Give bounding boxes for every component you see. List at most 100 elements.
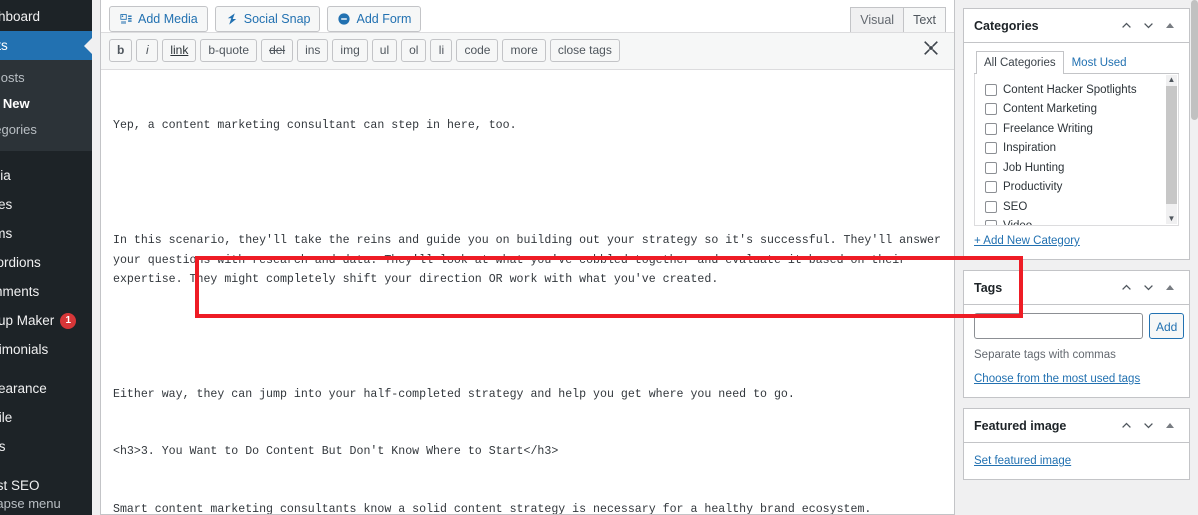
checkbox-icon[interactable] [985, 200, 997, 213]
sidebar-item-testimonials[interactable]: Testimonials [0, 335, 92, 364]
category-item[interactable]: SEO [975, 197, 1178, 217]
posts-submenu: All Posts Add New Categories [0, 60, 92, 151]
categories-panel-header: Categories [964, 9, 1189, 43]
quicktag-bquote-label: b-quote [208, 43, 250, 57]
sidebar-item-tools[interactable]: Tools [0, 432, 92, 461]
category-item[interactable]: Video [975, 217, 1178, 225]
add-form-button[interactable]: Add Form [327, 6, 422, 32]
quicktag-ul[interactable]: ul [371, 39, 398, 62]
chevron-up-icon[interactable] [1115, 415, 1137, 437]
chevron-up-icon[interactable] [1115, 15, 1137, 37]
quicktag-img[interactable]: img [332, 39, 368, 62]
tags-input[interactable] [974, 313, 1143, 339]
tab-all-categories[interactable]: All Categories [976, 51, 1064, 74]
category-item[interactable]: Content Hacker Spotlights [975, 80, 1178, 100]
categories-panel-title: Categories [974, 18, 1039, 33]
sidebar-item-popup-maker[interactable]: Popup Maker 1 [0, 306, 92, 335]
tags-add-button[interactable]: Add [1149, 313, 1185, 339]
content-paragraph: Smart content marketing consultants know… [113, 503, 872, 514]
quicktag-more[interactable]: more [502, 39, 546, 62]
quicktag-ol[interactable]: ol [401, 39, 427, 62]
post-editor: Add Media Social Snap Add Form Visual Te… [100, 0, 955, 515]
sidebar-subitem-all-posts[interactable]: All Posts [0, 65, 92, 91]
quicktag-del[interactable]: del [261, 39, 294, 62]
checkbox-icon[interactable] [985, 103, 997, 116]
sidebar-subitem-add-new[interactable]: Add New [0, 91, 92, 117]
categories-scrollbar-thumb[interactable] [1166, 86, 1177, 204]
quicktag-code[interactable]: code [456, 39, 499, 62]
quicktag-close-tags[interactable]: close tags [549, 39, 620, 62]
category-label: Productivity [1003, 181, 1063, 194]
chevron-down-icon[interactable] [1137, 15, 1159, 37]
checkbox-icon[interactable] [985, 181, 997, 194]
category-item[interactable]: Productivity [975, 178, 1178, 198]
collapse-menu-button[interactable]: Collapse menu [0, 490, 92, 515]
quicktag-b-label: b [117, 43, 125, 57]
sidebar-item-posts[interactable]: Posts [0, 31, 92, 60]
quicktag-code-label: code [464, 43, 491, 57]
social-snap-button[interactable]: Social Snap [214, 6, 321, 32]
quicktag-b[interactable]: b [109, 39, 133, 62]
checkbox-icon[interactable] [985, 161, 997, 174]
sidebar-item-label: Posts [0, 38, 8, 53]
sidebar-item-label: Media [0, 168, 11, 183]
tags-input-row: Add [974, 313, 1185, 339]
menu-separator [0, 364, 92, 374]
post-content-textarea[interactable]: Yep, a content marketing consultant can … [101, 70, 954, 514]
add-new-category-link[interactable]: + Add New Category [974, 235, 1080, 247]
chevron-down-icon[interactable] [1137, 277, 1159, 299]
content-paragraph: Either way, they can jump into your half… [113, 387, 795, 401]
sidebar-item-media[interactable]: Media [0, 161, 92, 190]
sidebar-item-label: Profile [0, 410, 13, 425]
add-media-button[interactable]: Add Media [109, 6, 208, 32]
tab-most-used[interactable]: Most Used [1064, 51, 1135, 74]
chevron-up-icon[interactable] [1115, 277, 1137, 299]
set-featured-image-link[interactable]: Set featured image [974, 455, 1071, 467]
sidebar-item-pages[interactable]: Pages [0, 190, 92, 219]
category-item[interactable]: Content Marketing [975, 100, 1178, 120]
sidebar-subitem-categories[interactable]: Categories [0, 117, 92, 143]
featured-image-panel-header: Featured image [964, 409, 1189, 443]
admin-sidebar: Dashboard Posts All Posts Add New Catego… [0, 0, 92, 515]
most-used-tags-link[interactable]: Choose from the most used tags [974, 373, 1140, 385]
page-scrollbar[interactable] [1191, 0, 1198, 515]
sidebar-item-forms[interactable]: Forms [0, 219, 92, 248]
scroll-up-icon[interactable]: ▲ [1168, 76, 1176, 84]
quicktag-ins[interactable]: ins [297, 39, 329, 62]
sidebar-item-comments[interactable]: Comments [0, 277, 92, 306]
fullscreen-icon[interactable] [922, 39, 942, 59]
tags-panel-title: Tags [974, 280, 1003, 295]
checkbox-icon[interactable] [985, 83, 997, 96]
tab-visual[interactable]: Visual [850, 7, 905, 33]
categories-checklist[interactable]: Content Hacker Spotlights Content Market… [974, 74, 1179, 226]
quicktag-li[interactable]: li [430, 39, 453, 62]
quicktag-link[interactable]: link [162, 39, 197, 62]
categories-panel: Categories All Categories Most Used Cont… [963, 8, 1190, 260]
category-label: Content Hacker Spotlights [1003, 83, 1137, 96]
sidebar-item-dashboard[interactable]: Dashboard [0, 2, 92, 31]
page-scrollbar-thumb[interactable] [1191, 0, 1198, 120]
category-item[interactable]: Job Hunting [975, 158, 1178, 178]
checkbox-icon[interactable] [985, 122, 997, 135]
toggle-panel-icon[interactable] [1159, 277, 1181, 299]
featured-image-panel-body: Set featured image [964, 443, 1189, 479]
menu-separator [0, 151, 92, 161]
toggle-panel-icon[interactable] [1159, 15, 1181, 37]
sidebar-item-label: Comments [0, 284, 40, 299]
sidebar-item-appearance[interactable]: Appearance [0, 374, 92, 403]
checkbox-icon[interactable] [985, 142, 997, 155]
sidebar-item-profile[interactable]: Profile [0, 403, 92, 432]
sidebar-item-accordions[interactable]: Accordions [0, 248, 92, 277]
quicktag-i[interactable]: i [136, 39, 159, 62]
quicktag-ins-label: ins [305, 43, 321, 57]
quicktag-bquote[interactable]: b-quote [200, 39, 258, 62]
tags-help-text: Separate tags with commas [974, 349, 1116, 361]
scroll-down-icon[interactable]: ▼ [1168, 215, 1176, 223]
category-item[interactable]: Freelance Writing [975, 119, 1178, 139]
sidebar-item-label: Testimonials [0, 342, 49, 357]
category-item[interactable]: Inspiration [975, 139, 1178, 159]
chevron-down-icon[interactable] [1137, 415, 1159, 437]
toggle-panel-icon[interactable] [1159, 415, 1181, 437]
tab-text[interactable]: Text [903, 7, 946, 33]
checkbox-icon[interactable] [985, 220, 997, 225]
